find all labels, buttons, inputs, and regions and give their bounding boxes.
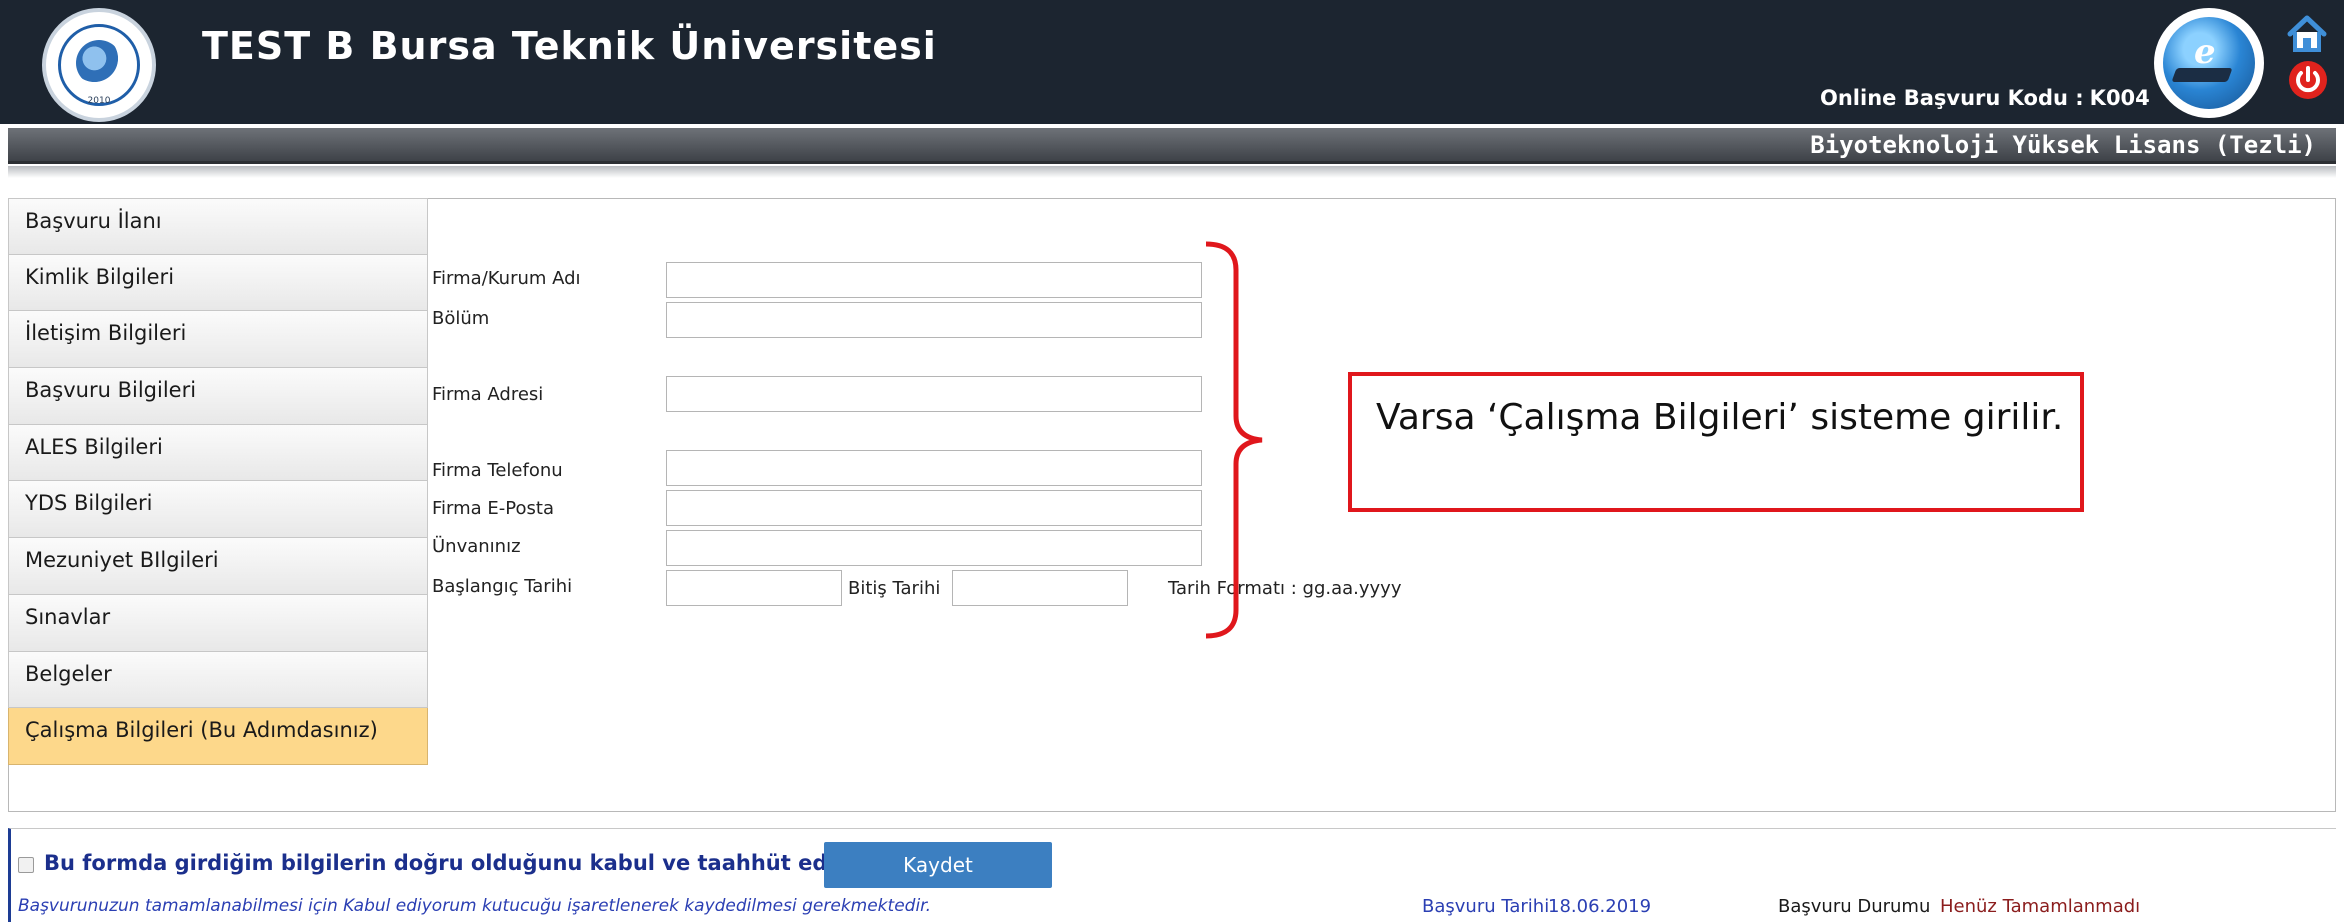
department-label: Bölüm xyxy=(432,308,490,329)
application-code-label: Online Başvuru Kodu : xyxy=(1820,86,2084,110)
sidebar-item-iletisim-bilgileri[interactable]: İletişim Bilgileri xyxy=(8,311,428,369)
email-label: Firma E-Posta xyxy=(432,498,554,519)
application-status-value: Henüz Tamamlanmadı xyxy=(1940,896,2141,917)
home-icon[interactable] xyxy=(2286,14,2328,54)
power-icon[interactable] xyxy=(2288,60,2328,100)
title-label: Ünvanınız xyxy=(432,536,521,557)
graduation-cap-icon xyxy=(2171,68,2233,82)
annotation-callout: Varsa ‘Çalışma Bilgileri’ sisteme girili… xyxy=(1348,372,2084,512)
agree-checkbox[interactable] xyxy=(18,857,34,873)
sidebar-item-sinavlar[interactable]: Sınavlar xyxy=(8,594,428,652)
address-input[interactable] xyxy=(666,376,1202,412)
logo-emblem-icon xyxy=(76,40,122,86)
sidebar-item-yds-bilgileri[interactable]: YDS Bilgileri xyxy=(8,481,428,539)
university-title: TEST B Bursa Teknik Üniversitesi xyxy=(202,24,937,68)
application-status-label: Başvuru Durumu xyxy=(1778,896,1931,917)
bar-shadow xyxy=(8,166,2336,178)
save-button[interactable]: Kaydet xyxy=(824,842,1052,888)
application-date-value: 18.06.2019 xyxy=(1548,896,1652,917)
sidebar-item-ales-bilgileri[interactable]: ALES Bilgileri xyxy=(8,424,428,482)
application-date-label: Başvuru Tarihi xyxy=(1422,896,1550,917)
department-input[interactable] xyxy=(666,302,1202,338)
application-code: Online Başvuru Kodu : K004 xyxy=(1820,86,2150,110)
sidebar-item-calisma-bilgileri[interactable]: Çalışma Bilgileri (Bu Adımdasınız) xyxy=(8,708,428,765)
company-label: Firma/Kurum Adı xyxy=(432,268,581,289)
header-bar: 2010 TEST B Bursa Teknik Üniversitesi On… xyxy=(0,0,2344,124)
company-input[interactable] xyxy=(666,262,1202,298)
agree-text: Bu formda girdiğim bilgilerin doğru oldu… xyxy=(44,851,918,875)
sidebar-item-basvuru-ilani[interactable]: Başvuru İlanı xyxy=(8,198,428,255)
sidebar-item-basvuru-bilgileri[interactable]: Başvuru Bilgileri xyxy=(8,368,428,425)
email-input[interactable] xyxy=(666,490,1202,526)
end-date-input[interactable] xyxy=(952,570,1128,606)
sidebar-item-mezuniyet-bilgileri[interactable]: Mezuniyet BIlgileri xyxy=(8,538,428,595)
sidebar-item-belgeler[interactable]: Belgeler xyxy=(8,651,428,709)
sidebar-nav: Başvuru İlanı Kimlik Bilgileri İletişim … xyxy=(8,198,428,765)
program-bar: Biyoteknoloji Yüksek Lisans (Tezli) xyxy=(8,128,2336,164)
address-label: Firma Adresi xyxy=(432,384,544,405)
start-date-input[interactable] xyxy=(666,570,842,606)
logo-year: 2010 xyxy=(87,96,111,106)
sidebar-item-kimlik-bilgileri[interactable]: Kimlik Bilgileri xyxy=(8,254,428,312)
phone-input[interactable] xyxy=(666,450,1202,486)
application-code-value: K004 xyxy=(2089,86,2150,110)
program-title: Biyoteknoloji Yüksek Lisans (Tezli) xyxy=(1810,131,2316,159)
start-date-label: Başlangıç Tarihi xyxy=(432,576,573,597)
title-input[interactable] xyxy=(666,530,1202,566)
date-format-note: Tarih Formatı : gg.aa.yyyy xyxy=(1168,578,1402,599)
footer-note: Başvurunuzun tamamlanabilmesi için Kabul… xyxy=(18,896,932,916)
e-letter: e xyxy=(2194,32,2216,72)
phone-label: Firma Telefonu xyxy=(432,460,563,481)
university-logo: 2010 xyxy=(42,8,156,122)
annotation-bracket xyxy=(1206,241,1263,639)
e-learning-icon: e xyxy=(2154,8,2264,118)
end-date-label: Bitiş Tarihi xyxy=(848,578,941,599)
